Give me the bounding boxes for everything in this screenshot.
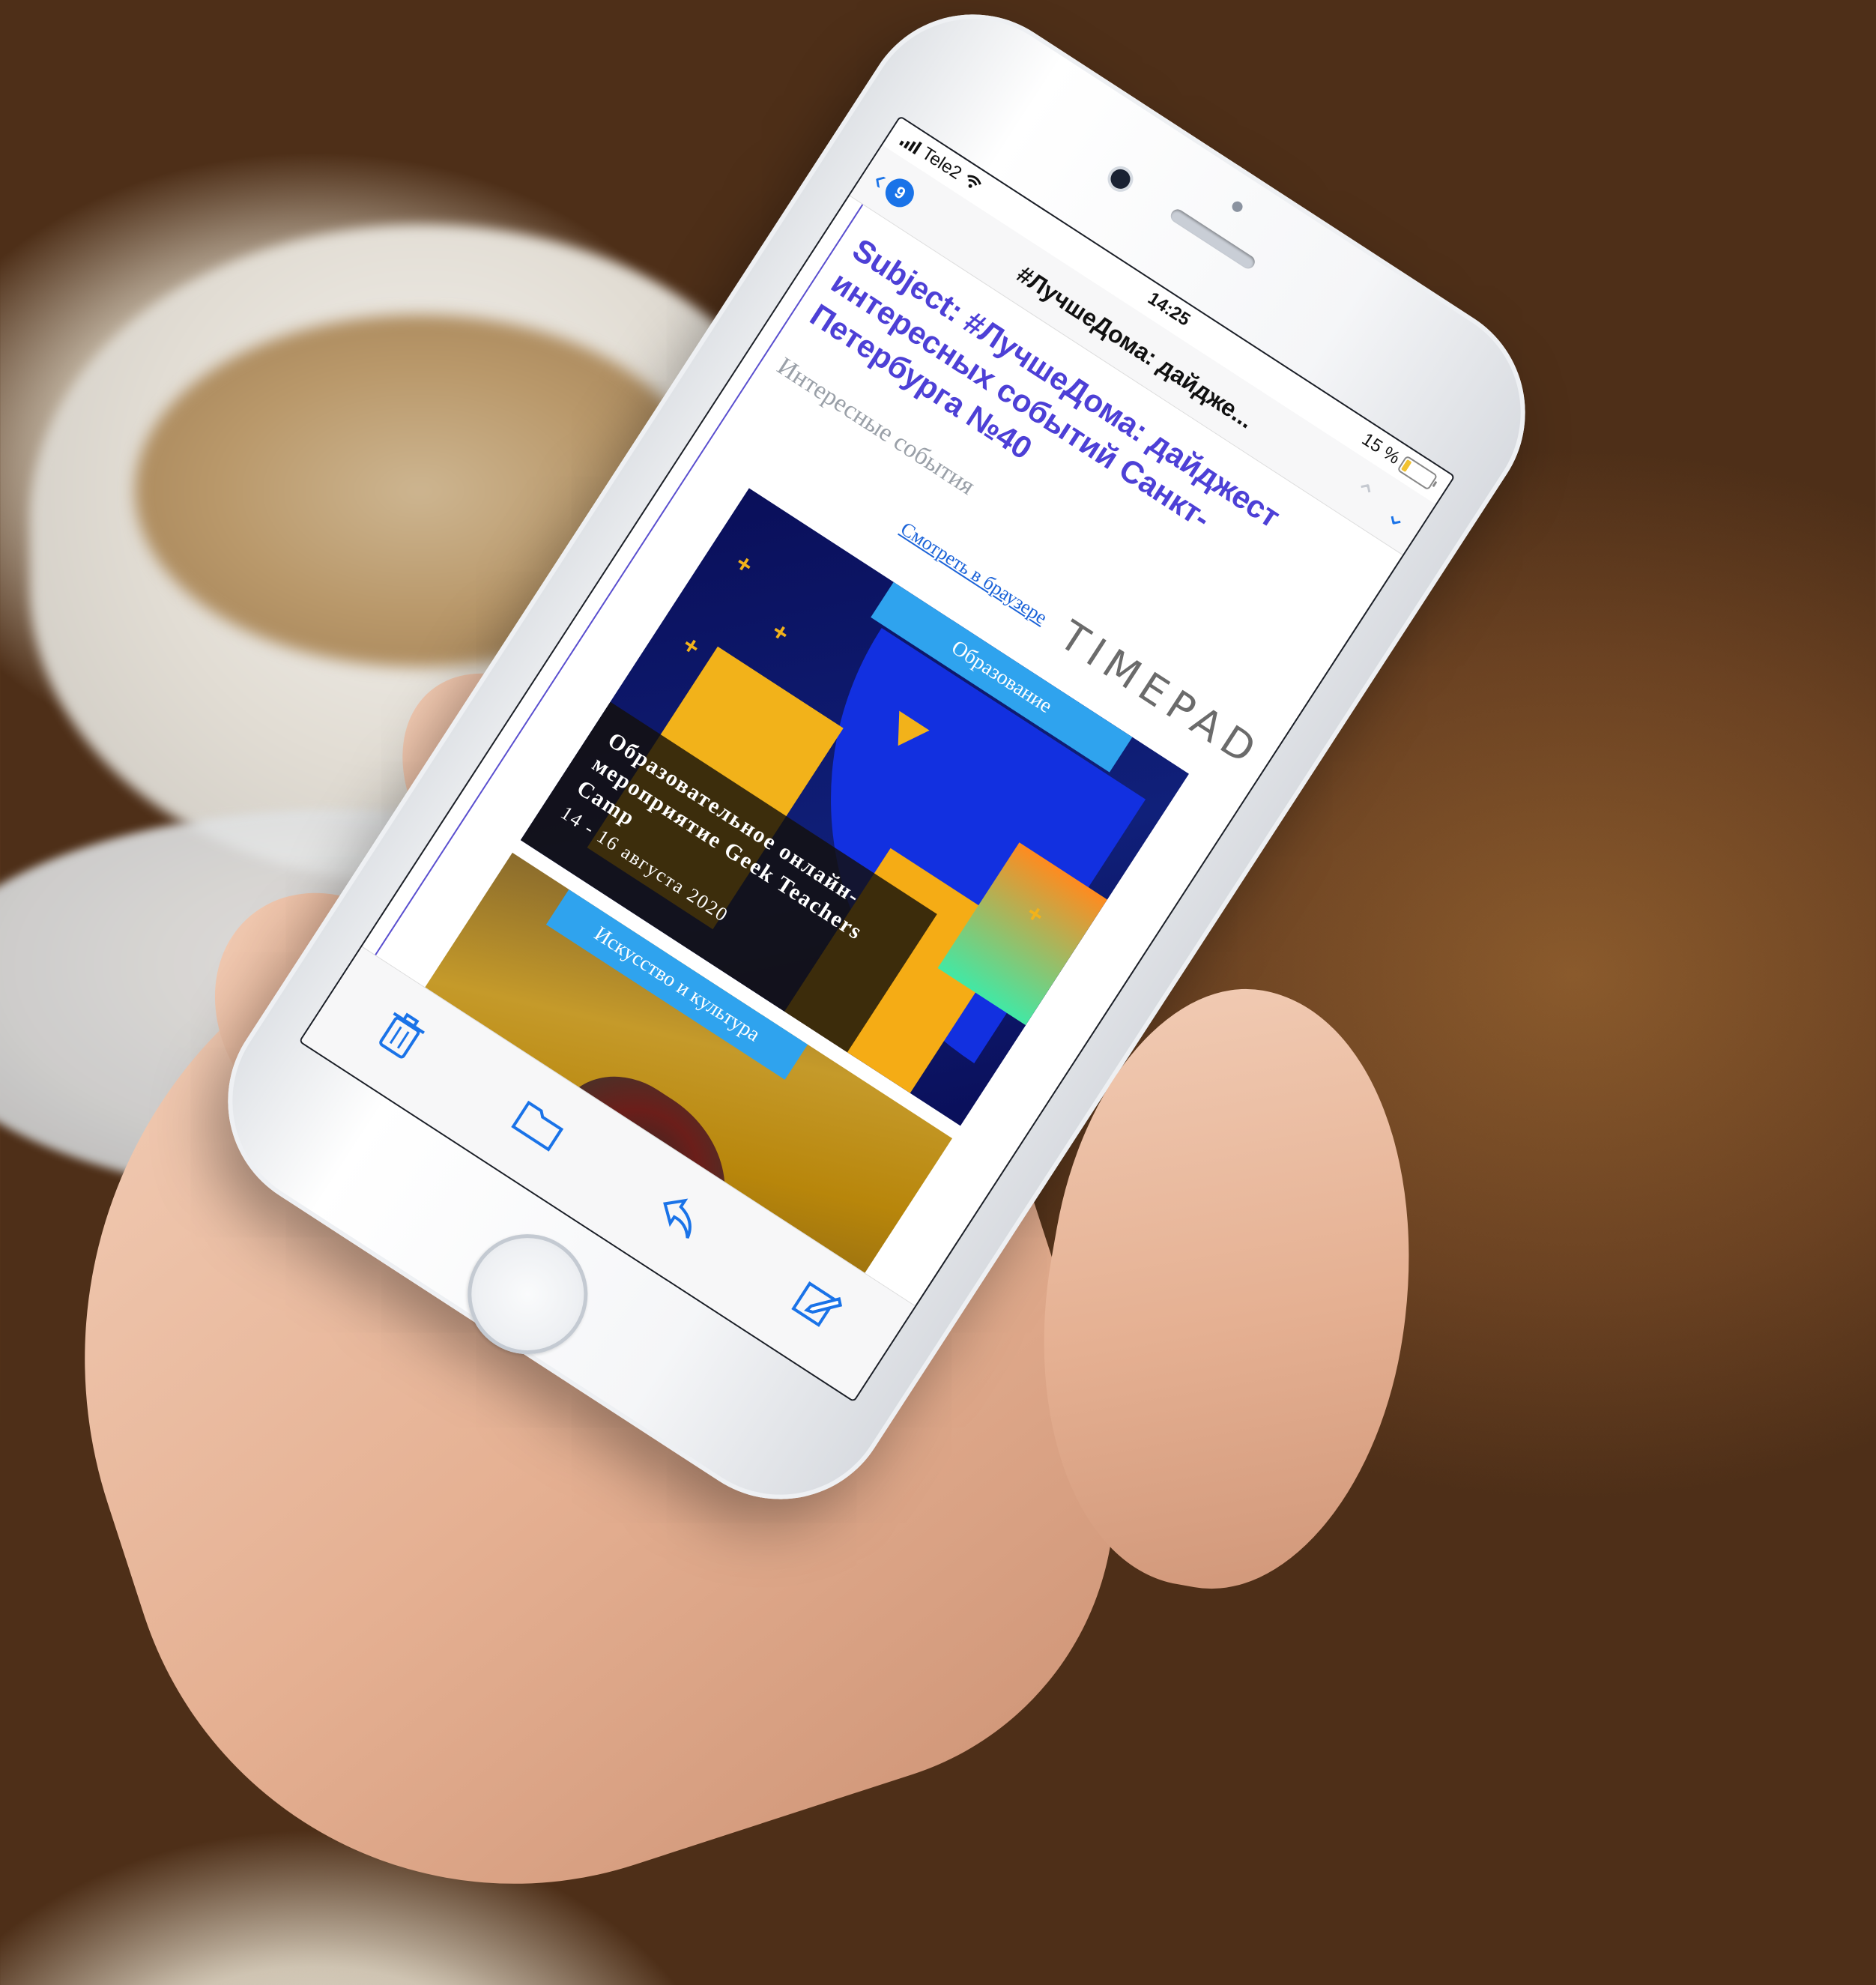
front-camera	[1107, 165, 1134, 193]
folder-icon[interactable]	[504, 1095, 571, 1161]
earpiece-speaker	[1168, 206, 1258, 271]
compose-icon[interactable]	[781, 1273, 849, 1344]
chevron-up-icon[interactable]: ⌃	[1345, 474, 1381, 513]
chevron-down-icon[interactable]: ⌄	[1380, 497, 1416, 536]
proximity-sensor	[1229, 199, 1245, 214]
trash-icon[interactable]	[366, 1004, 432, 1073]
back-button[interactable]: ‹ 9	[867, 163, 922, 214]
reply-icon[interactable]	[645, 1186, 709, 1251]
